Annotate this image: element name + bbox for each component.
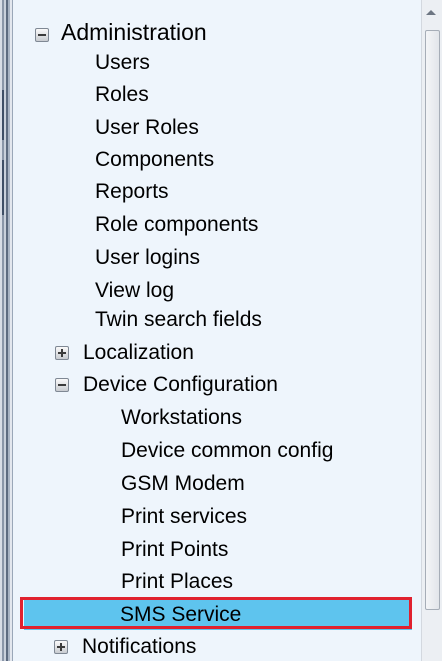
tree-item-print-places[interactable]: Print Places bbox=[121, 567, 233, 597]
tree-view[interactable]: Administration Users Roles User Roles Co… bbox=[12, 0, 422, 661]
tree-item-user-roles[interactable]: User Roles bbox=[95, 113, 199, 143]
tree-item-print-points[interactable]: Print Points bbox=[121, 535, 228, 565]
tree-item-role-components[interactable]: Role components bbox=[95, 210, 258, 240]
tree-node-notifications[interactable]: Notifications bbox=[82, 632, 196, 662]
tree-item-view-log[interactable]: View log bbox=[95, 276, 174, 306]
tree-window: Administration Users Roles User Roles Co… bbox=[0, 0, 443, 661]
tree-item-print-services[interactable]: Print services bbox=[121, 502, 247, 532]
tree-item-workstations[interactable]: Workstations bbox=[121, 403, 242, 433]
window-left-border bbox=[0, 0, 12, 661]
collapse-icon[interactable] bbox=[35, 28, 49, 42]
tree-item-twin-search-fields[interactable]: Twin search fields bbox=[95, 305, 262, 335]
vertical-scrollbar[interactable] bbox=[421, 0, 442, 661]
tree-node-administration[interactable]: Administration bbox=[61, 17, 207, 47]
border-mark bbox=[2, 160, 4, 215]
tree-item-users[interactable]: Users bbox=[95, 48, 150, 78]
tree-item-roles[interactable]: Roles bbox=[95, 80, 149, 110]
collapse-icon[interactable] bbox=[55, 378, 69, 392]
tree-node-localization[interactable]: Localization bbox=[83, 338, 194, 368]
tree-item-components[interactable]: Components bbox=[95, 145, 214, 175]
tree-item-reports[interactable]: Reports bbox=[95, 177, 169, 207]
tree-item-device-common-config[interactable]: Device common config bbox=[121, 436, 333, 466]
highlight-outline bbox=[20, 597, 412, 629]
expand-icon[interactable] bbox=[54, 640, 68, 654]
tree-node-device-configuration[interactable]: Device Configuration bbox=[83, 370, 278, 400]
scroll-up-icon[interactable] bbox=[426, 10, 436, 15]
border-mark bbox=[2, 90, 4, 140]
scrollbar-thumb[interactable] bbox=[425, 30, 440, 610]
expand-icon[interactable] bbox=[55, 346, 69, 360]
tree-item-gsm-modem[interactable]: GSM Modem bbox=[121, 469, 245, 499]
tree-item-user-logins[interactable]: User logins bbox=[95, 243, 200, 273]
